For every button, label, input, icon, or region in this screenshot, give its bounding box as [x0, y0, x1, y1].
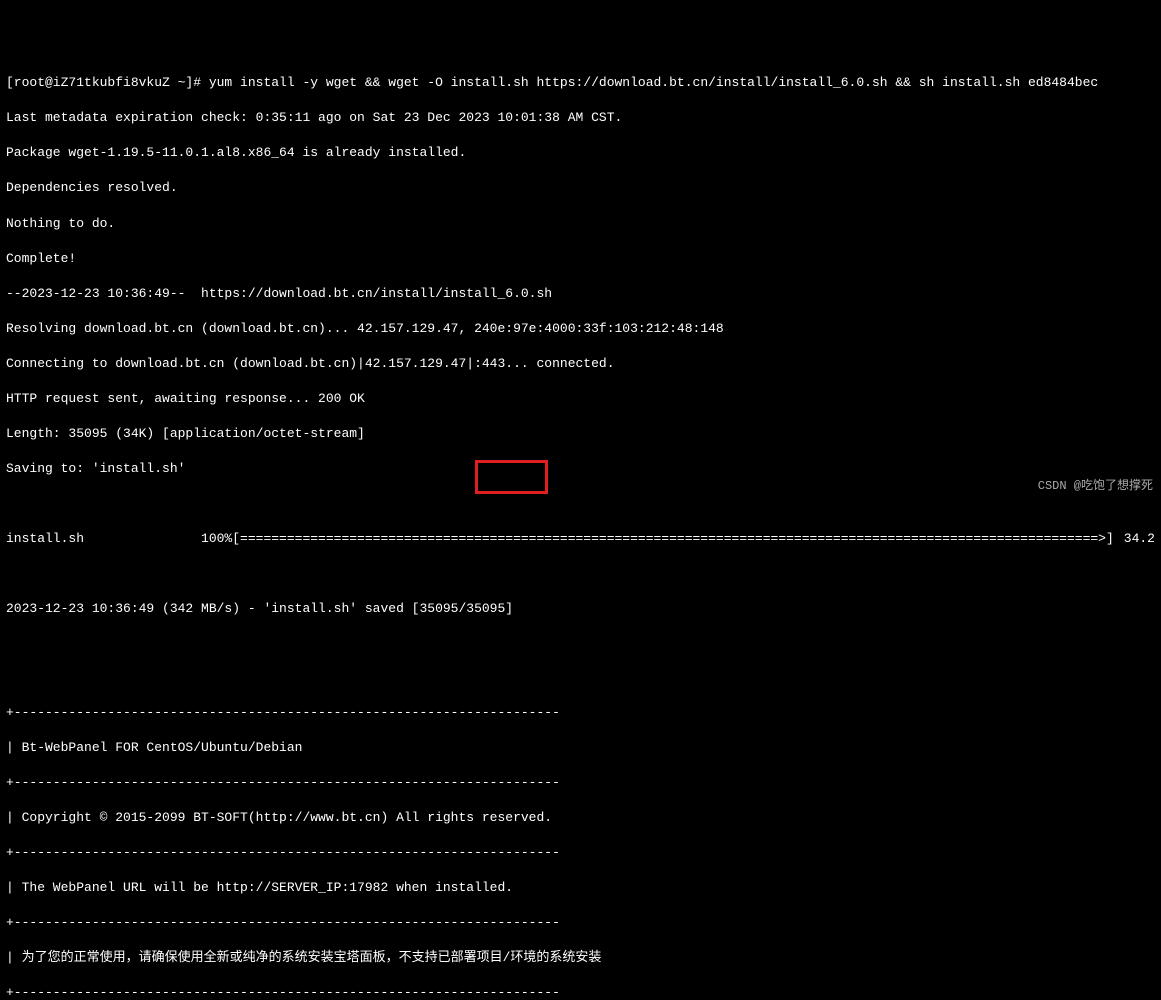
output-line: Package wget-1.19.5-11.0.1.al8.x86_64 is…: [6, 144, 1155, 162]
box-separator: +---------------------------------------…: [6, 774, 1155, 792]
box-row: | Bt-WebPanel FOR CentOS/Ubuntu/Debian: [6, 739, 1155, 757]
blank-line: [6, 495, 1155, 512]
command-prompt[interactable]: [root@iZ71tkubfi8vkuZ ~]# yum install -y…: [6, 74, 1155, 92]
box-separator: +---------------------------------------…: [6, 984, 1155, 1000]
progress-bar: [=======================================…: [232, 530, 1114, 548]
box-separator: +---------------------------------------…: [6, 844, 1155, 862]
output-line: Dependencies resolved.: [6, 179, 1155, 197]
box-separator: +---------------------------------------…: [6, 914, 1155, 932]
progress-rate: 34.2: [1114, 530, 1155, 548]
output-line: HTTP request sent, awaiting response... …: [6, 390, 1155, 408]
blank-line: [6, 635, 1155, 652]
box-separator: +---------------------------------------…: [6, 704, 1155, 722]
output-line: Complete!: [6, 250, 1155, 268]
box-row-chinese: | 为了您的正常使用，请确保使用全新或纯净的系统安装宝塔面板，不支持已部署项目/…: [6, 949, 1155, 967]
output-line: Resolving download.bt.cn (download.bt.cn…: [6, 320, 1155, 338]
blank-line: [6, 565, 1155, 582]
blank-line: [6, 669, 1155, 686]
output-line: Last metadata expiration check: 0:35:11 …: [6, 109, 1155, 127]
output-line: Length: 35095 (34K) [application/octet-s…: [6, 425, 1155, 443]
saved-line: 2023-12-23 10:36:49 (342 MB/s) - 'instal…: [6, 600, 1155, 618]
box-row: | The WebPanel URL will be http://SERVER…: [6, 879, 1155, 897]
output-line: Nothing to do.: [6, 215, 1155, 233]
output-line: --2023-12-23 10:36:49-- https://download…: [6, 285, 1155, 303]
progress-line: install.sh100%[=========================…: [6, 530, 1155, 548]
output-line: Saving to: 'install.sh': [6, 460, 1155, 478]
watermark: CSDN @吃饱了想撑死: [1038, 478, 1153, 494]
box-row: | Copyright © 2015-2099 BT-SOFT(http://w…: [6, 809, 1155, 827]
highlight-box: [475, 460, 548, 494]
progress-percent: 100%: [201, 530, 232, 548]
progress-filename: install.sh: [6, 530, 201, 548]
output-line: Connecting to download.bt.cn (download.b…: [6, 355, 1155, 373]
